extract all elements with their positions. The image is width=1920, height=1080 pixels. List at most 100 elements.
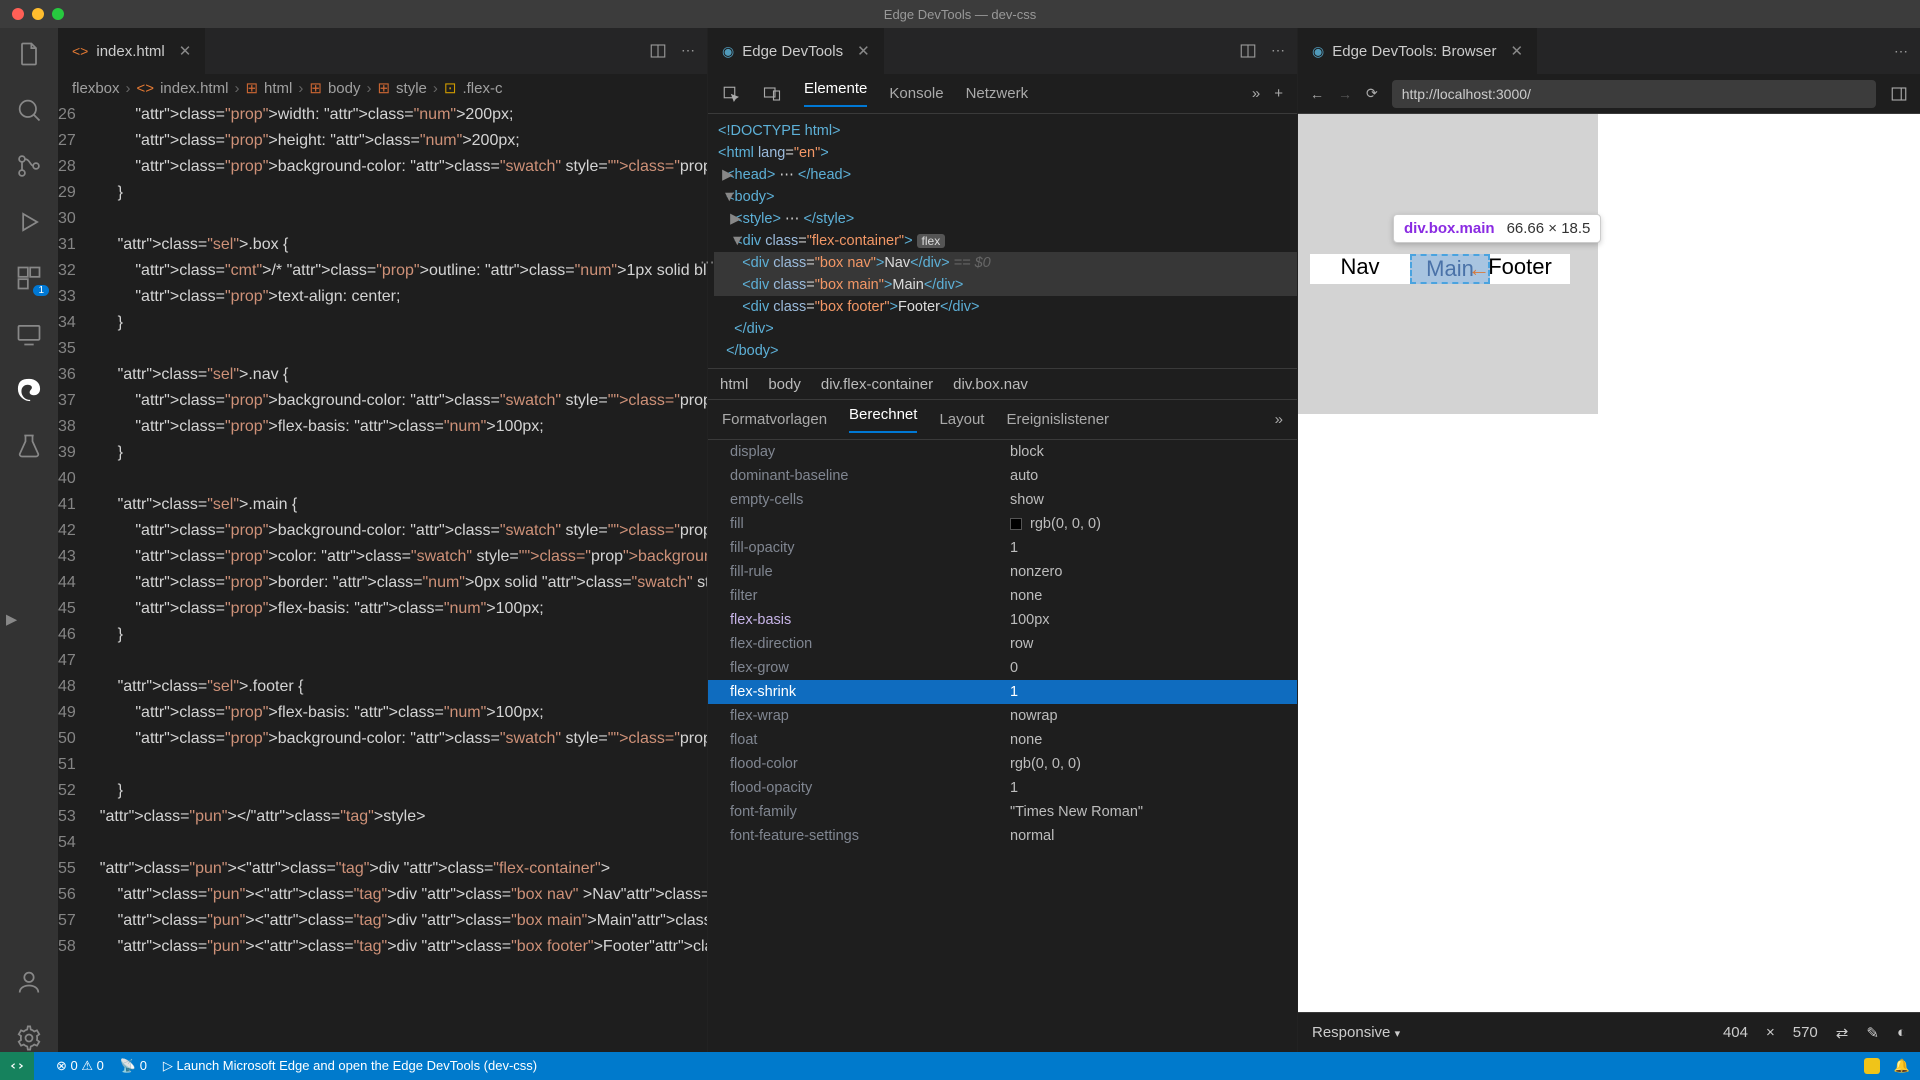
- tab-label: index.html: [96, 43, 164, 60]
- split-editor-icon[interactable]: [1239, 42, 1257, 60]
- computed-row[interactable]: fill rgb(0, 0, 0): [708, 512, 1297, 536]
- computed-row[interactable]: ▶flex-basis100px: [708, 608, 1297, 632]
- window-title: Edge DevTools — dev-css: [884, 7, 1036, 22]
- tab-label: Edge DevTools: Browser: [1332, 43, 1496, 60]
- more-tabs-icon[interactable]: »: [1252, 85, 1260, 102]
- remote-indicator[interactable]: [0, 1052, 34, 1080]
- computed-row[interactable]: empty-cellsshow: [708, 488, 1297, 512]
- close-tab-icon[interactable]: ✕: [857, 42, 870, 60]
- status-launch[interactable]: ▷ Launch Microsoft Edge and open the Edg…: [163, 1058, 537, 1074]
- devtools-toolbar: Elemente Konsole Netzwerk » +: [708, 74, 1297, 114]
- tab-konsole[interactable]: Konsole: [889, 85, 943, 102]
- add-tab-icon[interactable]: +: [1274, 85, 1283, 102]
- tab-label: Edge DevTools: [742, 43, 843, 60]
- computed-row[interactable]: displayblock: [708, 440, 1297, 464]
- forward-icon[interactable]: →: [1338, 86, 1352, 102]
- computed-row[interactable]: flex-shrink1: [708, 680, 1297, 704]
- device-toggle-icon[interactable]: [762, 85, 782, 103]
- accounts-icon[interactable]: [15, 968, 43, 996]
- reload-icon[interactable]: ⟳: [1366, 85, 1378, 102]
- computed-row[interactable]: flood-colorrgb(0, 0, 0): [708, 752, 1297, 776]
- device-toolbar: Responsive ▾ 404 × 570 ⇄ ✎ ◐: [1298, 1012, 1920, 1052]
- html-file-icon: <>: [72, 43, 88, 59]
- extensions-icon[interactable]: 1: [15, 264, 43, 292]
- element-tooltip: div.box.main 66.66 × 18.5: [1393, 214, 1601, 243]
- minimize-window-button[interactable]: [32, 8, 44, 20]
- emulate-css-icon[interactable]: ✎: [1866, 1024, 1879, 1042]
- flex-row: Nav Main Footer: [1310, 254, 1570, 284]
- tab-elemente[interactable]: Elemente: [804, 80, 867, 107]
- subtab-ereignislistener[interactable]: Ereignislistener: [1006, 411, 1109, 428]
- device-mode[interactable]: Responsive ▾: [1312, 1024, 1400, 1041]
- extensions-badge: 1: [33, 285, 49, 296]
- status-extension-icon[interactable]: [1864, 1058, 1880, 1074]
- box-main: Main: [1410, 254, 1490, 284]
- activity-bar: 1: [0, 28, 58, 1052]
- rotate-icon[interactable]: ⇄: [1836, 1024, 1849, 1042]
- computed-row[interactable]: floatnone: [708, 728, 1297, 752]
- edge-icon: ◉: [722, 43, 734, 60]
- dom-breadcrumb[interactable]: html body div.flex-container div.box.nav: [708, 368, 1297, 400]
- computed-row[interactable]: font-family"Times New Roman": [708, 800, 1297, 824]
- editor-tabs: <> index.html ✕ ⋯: [58, 28, 707, 74]
- more-actions-icon[interactable]: ⋯: [681, 42, 695, 60]
- browser-group: ◉ Edge DevTools: Browser ✕ ⋯ ← → ⟳ http:…: [1298, 28, 1920, 1052]
- tab-index-html[interactable]: <> index.html ✕: [58, 28, 205, 74]
- browser-tabs: ◉ Edge DevTools: Browser ✕ ⋯: [1298, 28, 1920, 74]
- subtab-layout[interactable]: Layout: [939, 411, 984, 428]
- close-tab-icon[interactable]: ✕: [1510, 42, 1523, 60]
- breadcrumb[interactable]: flexbox› <>index.html› ⊞html› ⊞body› ⊞st…: [58, 74, 707, 102]
- viewport-width[interactable]: 404: [1723, 1024, 1748, 1041]
- zoom-window-button[interactable]: [52, 8, 64, 20]
- code-editor[interactable]: 2627282930313233343536373839404142434445…: [58, 102, 707, 1052]
- computed-row[interactable]: flood-opacity1: [708, 776, 1297, 800]
- back-icon[interactable]: ←: [1310, 86, 1324, 102]
- status-notifications-icon[interactable]: 🔔: [1894, 1058, 1910, 1074]
- explorer-icon[interactable]: [15, 40, 43, 68]
- search-icon[interactable]: [15, 96, 43, 124]
- subtab-formatvorlagen[interactable]: Formatvorlagen: [722, 411, 827, 428]
- computed-panel[interactable]: displayblockdominant-baselineautoempty-c…: [708, 440, 1297, 1052]
- devtools-toggle-icon[interactable]: [1890, 85, 1908, 103]
- tab-netzwerk[interactable]: Netzwerk: [966, 85, 1029, 102]
- url-field[interactable]: http://localhost:3000/: [1392, 80, 1876, 108]
- more-actions-icon[interactable]: ⋯: [1894, 43, 1908, 60]
- more-actions-icon[interactable]: ⋯: [1271, 42, 1285, 60]
- emulate-vision-icon[interactable]: ◐: [1897, 1024, 1906, 1041]
- viewport-height[interactable]: 570: [1793, 1024, 1818, 1041]
- inspect-icon[interactable]: [722, 85, 740, 103]
- source-control-icon[interactable]: [15, 152, 43, 180]
- dom-tree[interactable]: <!DOCTYPE html> <html lang="en"> ▶ <head…: [708, 114, 1297, 368]
- edge-devtools-icon[interactable]: [15, 376, 43, 404]
- computed-row[interactable]: flex-wrapnowrap: [708, 704, 1297, 728]
- tab-browser[interactable]: ◉ Edge DevTools: Browser ✕: [1298, 28, 1537, 74]
- testing-icon[interactable]: [15, 432, 43, 460]
- close-tab-icon[interactable]: ✕: [179, 42, 192, 60]
- status-ports[interactable]: 📡 0: [120, 1058, 147, 1074]
- titlebar: Edge DevTools — dev-css: [0, 0, 1920, 28]
- split-editor-icon[interactable]: [649, 42, 667, 60]
- computed-row[interactable]: flex-grow0: [708, 656, 1297, 680]
- run-debug-icon[interactable]: [15, 208, 43, 236]
- computed-row[interactable]: dominant-baselineauto: [708, 464, 1297, 488]
- remote-explorer-icon[interactable]: [15, 320, 43, 348]
- box-nav: Nav: [1310, 254, 1410, 284]
- computed-row[interactable]: flex-directionrow: [708, 632, 1297, 656]
- rendered-page: div.box.main 66.66 × 18.5 Nav Main Foote…: [1298, 114, 1920, 1012]
- browser-urlbar: ← → ⟳ http://localhost:3000/: [1298, 74, 1920, 114]
- settings-gear-icon[interactable]: [15, 1024, 43, 1052]
- status-errors[interactable]: ⊗ 0 ⚠ 0: [56, 1058, 104, 1074]
- computed-row[interactable]: fill-opacity1: [708, 536, 1297, 560]
- close-window-button[interactable]: [12, 8, 24, 20]
- computed-row[interactable]: fill-rulenonzero: [708, 560, 1297, 584]
- more-subtabs-icon[interactable]: »: [1275, 411, 1283, 428]
- status-bar: ⊗ 0 ⚠ 0 📡 0 ▷ Launch Microsoft Edge and …: [0, 1052, 1920, 1080]
- editor-group: <> index.html ✕ ⋯ flexbox› <>index.html›…: [58, 28, 708, 1052]
- computed-row[interactable]: filternone: [708, 584, 1297, 608]
- devtools-group: ◉ Edge DevTools ✕ ⋯ Elemente Konsole Net…: [708, 28, 1298, 1052]
- tab-edge-devtools[interactable]: ◉ Edge DevTools ✕: [708, 28, 884, 74]
- line-gutter: 2627282930313233343536373839404142434445…: [58, 102, 100, 1052]
- computed-row[interactable]: font-feature-settingsnormal: [708, 824, 1297, 848]
- subtab-berechnet[interactable]: Berechnet: [849, 406, 917, 433]
- code-content[interactable]: "attr">class="prop">width: "attr">class=…: [100, 102, 707, 1052]
